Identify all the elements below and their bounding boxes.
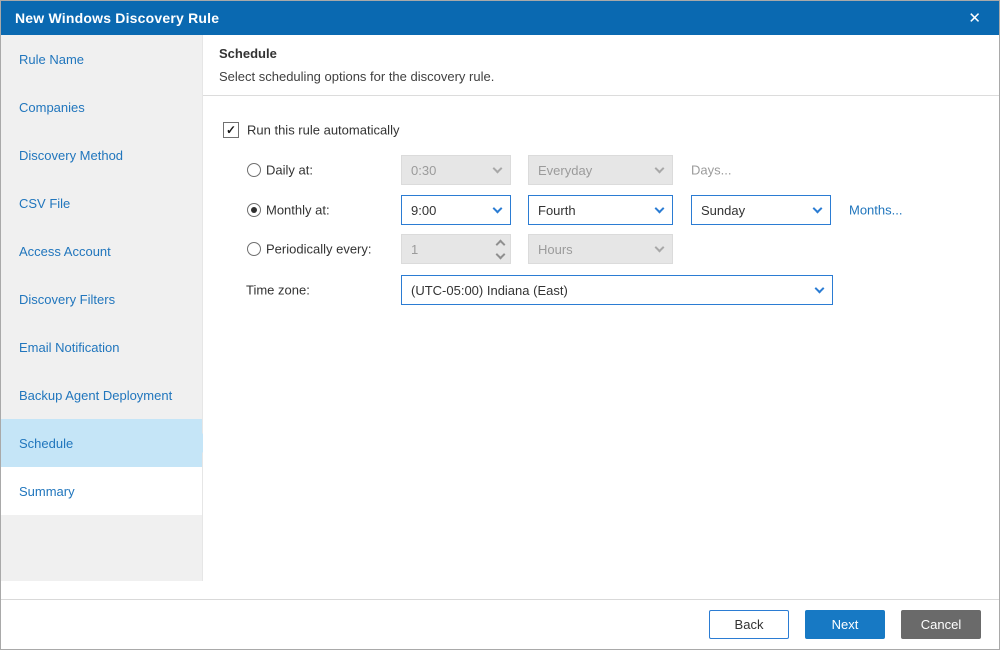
daily-time-value: 0:30 xyxy=(411,162,437,178)
months-link[interactable]: Months... xyxy=(849,203,902,218)
back-button[interactable]: Back xyxy=(709,610,789,639)
monthly-radio[interactable] xyxy=(247,203,261,217)
sidebar-item-schedule[interactable]: Schedule xyxy=(1,419,212,467)
daily-time-select: 0:30 xyxy=(401,155,511,185)
sidebar-item-label: CSV File xyxy=(19,195,71,211)
sidebar-item-email-notification[interactable]: Email Notification xyxy=(1,323,202,371)
dialog-footer: Back Next Cancel xyxy=(1,599,999,649)
close-icon[interactable]: ✕ xyxy=(964,9,985,28)
monthly-week-select[interactable]: Fourth xyxy=(528,195,673,225)
chevron-down-icon xyxy=(654,242,665,252)
spinner-down-icon xyxy=(491,249,509,262)
page-subtitle: Select scheduling options for the discov… xyxy=(219,69,495,84)
periodic-value: 1 xyxy=(411,241,419,257)
daily-label: Daily at: xyxy=(266,162,313,178)
chevron-down-icon xyxy=(492,163,503,173)
window-title: New Windows Discovery Rule xyxy=(15,10,220,26)
sidebar-item-label: Rule Name xyxy=(19,51,85,67)
step-header: Schedule Select scheduling options for t… xyxy=(203,35,999,96)
run-automatically-checkbox[interactable]: ✓ xyxy=(223,122,239,138)
sidebar-item-access-account[interactable]: Access Account xyxy=(1,227,202,275)
chevron-down-icon xyxy=(654,163,665,173)
run-automatically-label: Run this rule automatically xyxy=(247,122,400,138)
monthly-weekday-select[interactable]: Sunday xyxy=(691,195,831,225)
sidebar-item-label: Summary xyxy=(19,483,75,499)
next-button[interactable]: Next xyxy=(805,610,885,639)
monthly-weekday-value: Sunday xyxy=(701,202,746,218)
cancel-button[interactable]: Cancel xyxy=(901,610,981,639)
periodic-unit-value: Hours xyxy=(538,241,573,257)
periodic-label: Periodically every: xyxy=(266,241,372,257)
page-title: Schedule xyxy=(219,46,277,61)
spinner-up-icon xyxy=(491,236,509,249)
sidebar-item-label: Companies xyxy=(19,99,85,115)
chevron-down-icon xyxy=(492,203,503,213)
schedule-form: ✓ Run this rule automatically Daily at: … xyxy=(203,96,999,599)
sidebar-item-companies[interactable]: Companies xyxy=(1,83,202,131)
chevron-down-icon xyxy=(812,203,823,213)
wizard-steps-sidebar: Rule Name Companies Discovery Method CSV… xyxy=(1,35,212,581)
periodic-value-spinner: 1 xyxy=(401,234,511,264)
checkbox-check-icon: ✓ xyxy=(225,123,237,137)
chevron-down-icon xyxy=(654,203,665,213)
timezone-value: (UTC-05:00) Indiana (East) xyxy=(411,282,568,298)
monthly-row: Monthly at: 9:00 Fourth Sunday Months... xyxy=(203,195,999,225)
daily-day-select: Everyday xyxy=(528,155,673,185)
periodic-radio[interactable] xyxy=(247,242,261,256)
daily-row: Daily at: 0:30 Everyday Days... xyxy=(203,155,999,185)
sidebar-item-discovery-filters[interactable]: Discovery Filters xyxy=(1,275,202,323)
sidebar-item-label: Schedule xyxy=(19,435,74,451)
sidebar-item-backup-agent-deployment[interactable]: Backup Agent Deployment xyxy=(1,371,202,419)
periodic-row: Periodically every: 1 Hours xyxy=(203,234,999,264)
daily-day-value: Everyday xyxy=(538,162,593,178)
periodic-unit-select: Hours xyxy=(528,234,673,264)
sidebar-item-rule-name[interactable]: Rule Name xyxy=(1,35,202,83)
chevron-down-icon xyxy=(814,283,825,293)
monthly-week-value: Fourth xyxy=(538,202,576,218)
spinner-buttons xyxy=(491,236,509,262)
sidebar-item-csv-file[interactable]: CSV File xyxy=(1,179,202,227)
timezone-row: Time zone: (UTC-05:00) Indiana (East) xyxy=(203,275,999,305)
sidebar-item-discovery-method[interactable]: Discovery Method xyxy=(1,131,202,179)
timezone-label: Time zone: xyxy=(246,282,310,298)
titlebar: New Windows Discovery Rule ✕ xyxy=(1,1,999,35)
sidebar-item-summary[interactable]: Summary xyxy=(1,467,202,515)
monthly-label: Monthly at: xyxy=(266,202,330,218)
sidebar-item-label: Backup Agent Deployment xyxy=(19,387,173,403)
new-windows-discovery-rule-dialog: New Windows Discovery Rule ✕ Rule Name C… xyxy=(0,0,1000,650)
sidebar-item-label: Discovery Method xyxy=(19,147,124,163)
timezone-select[interactable]: (UTC-05:00) Indiana (East) xyxy=(401,275,833,305)
run-automatically-row: ✓ Run this rule automatically xyxy=(203,115,999,145)
sidebar-item-label: Email Notification xyxy=(19,339,120,355)
monthly-time-select[interactable]: 9:00 xyxy=(401,195,511,225)
monthly-time-value: 9:00 xyxy=(411,202,437,218)
sidebar-item-label: Access Account xyxy=(19,243,111,259)
days-link: Days... xyxy=(691,162,732,178)
sidebar-item-label: Discovery Filters xyxy=(19,291,116,307)
daily-radio[interactable] xyxy=(247,163,261,177)
